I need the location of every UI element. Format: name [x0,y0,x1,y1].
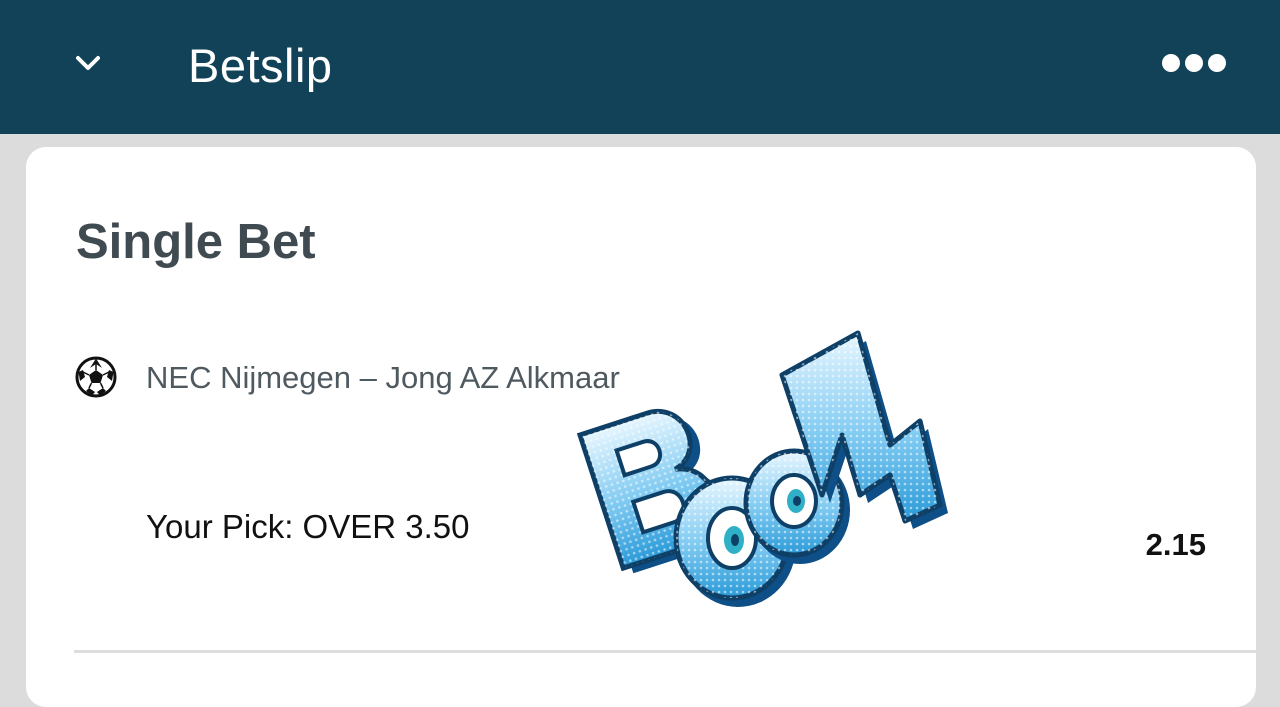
bet-type-heading: Single Bet [76,215,316,269]
betslip-header: Betslip [0,0,1280,134]
odds-value: 2.15 [1145,527,1206,562]
divider [74,650,1256,653]
chevron-down-icon[interactable] [66,44,110,84]
more-options-icon[interactable] [1156,48,1232,78]
boom-sticker [576,330,948,607]
soccer-ball-icon [75,356,117,398]
event-name[interactable]: NEC Nijmegen – Jong AZ Alkmaar [146,358,620,398]
your-pick-label: Your Pick: OVER 3.50 [146,508,470,545]
page-title: Betslip [188,39,333,92]
